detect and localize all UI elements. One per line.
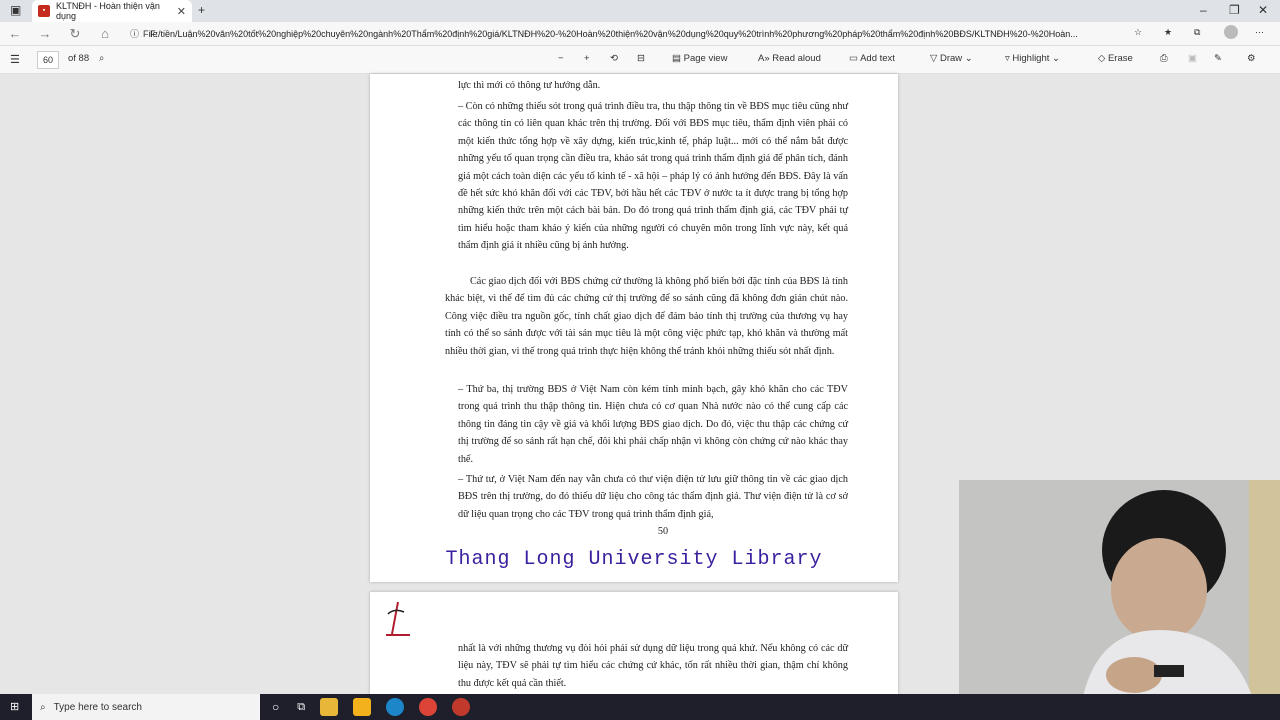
pdf-page: lực thì mới có thông tư hướng dẫn. – Còn… — [370, 74, 898, 582]
add-text-icon: ▭ — [849, 53, 861, 64]
add-text-button[interactable]: ▭ Add text — [849, 53, 895, 64]
draw-icon: ▽ — [930, 53, 940, 64]
paragraph: nhất là với những thương vụ đòi hỏi phải… — [458, 643, 848, 689]
windows-taskbar: ⊞ ⌕ Type here to search ○ ⧉ — [0, 694, 1280, 720]
save-as-icon[interactable]: ✎ — [1214, 53, 1222, 64]
print-icon[interactable]: ⎙ — [1160, 53, 1168, 64]
more-menu-icon[interactable]: ⋯ — [1255, 27, 1264, 38]
page-view-icon: ▤ — [672, 53, 684, 64]
search-placeholder: Type here to search — [53, 701, 142, 713]
browser-tab[interactable]: ▪ KLTNĐH - Hoàn thiện vận dụng ✕ — [32, 0, 192, 22]
library-watermark: Thang Long University Library — [445, 548, 823, 571]
page-number: 50 — [657, 526, 669, 537]
rotate-icon[interactable]: ⟲ — [610, 53, 618, 64]
page-total: of 88 — [68, 53, 90, 64]
highlight-label: Highlight — [1012, 53, 1050, 64]
contents-icon[interactable]: ☰ — [10, 53, 20, 66]
zoom-out-icon[interactable]: − — [558, 53, 564, 64]
cortana-icon[interactable]: ○ — [272, 700, 279, 714]
store-icon[interactable] — [353, 698, 372, 716]
back-icon[interactable]: ← — [0, 26, 30, 41]
pdf-page: nhất là với những thương vụ đòi hỏi phải… — [370, 592, 898, 702]
paragraph: Các giao dịch đối với BĐS chứng cứ thườn… — [445, 276, 848, 357]
university-logo-icon — [386, 601, 410, 636]
paragraph: – Thứ ba, thị trường BĐS ở Việt Nam còn … — [458, 384, 848, 465]
info-icon[interactable]: ⓘ — [130, 27, 139, 40]
home-icon[interactable]: ⌂ — [90, 26, 120, 41]
read-aloud-button[interactable]: A» Read aloud — [758, 53, 821, 64]
paragraph: lực thì mới có thông tư hướng dẫn. — [458, 80, 601, 91]
chrome-icon[interactable] — [419, 698, 438, 716]
page-view-label: Page view — [683, 53, 728, 64]
url-field[interactable]: F:/tiền/Luận%20văn%20tốt%20nghiệp%20chuy… — [150, 25, 1140, 43]
highlight-button[interactable]: ▿ Highlight ⌄ — [1005, 53, 1060, 64]
add-text-label: Add text — [860, 53, 895, 64]
fit-page-icon[interactable]: ⊟ — [637, 53, 645, 64]
browser-tab-bar: ▣ ▪ KLTNĐH - Hoàn thiện vận dụng ✕ + – ❐… — [0, 0, 1280, 22]
new-tab-icon[interactable]: + — [198, 3, 205, 17]
read-aloud-label: Read aloud — [772, 53, 821, 64]
favorite-icon[interactable]: ☆ — [1134, 27, 1142, 38]
paragraph: – Thứ tư, ở Việt Nam đến nay vẫn chưa có… — [458, 474, 848, 520]
pdf-toolbar: ☰ 60 of 88 ⌕ − + ⟲ ⊟ ▤ Page view A» Read… — [0, 46, 1280, 74]
erase-label: Erase — [1107, 53, 1133, 64]
settings-icon[interactable]: ⚙ — [1247, 53, 1256, 64]
draw-label: Draw — [939, 53, 963, 64]
erase-button[interactable]: ◇ Erase — [1098, 53, 1133, 64]
read-aloud-icon: A» — [758, 53, 773, 64]
refresh-icon[interactable]: ↻ — [60, 26, 90, 42]
favorites-icon[interactable]: ★ — [1164, 27, 1172, 38]
webcam-overlay — [959, 480, 1280, 720]
window-menu-icon[interactable]: ▣ — [10, 3, 21, 17]
erase-icon: ◇ — [1098, 53, 1108, 64]
person-webcam-image — [959, 480, 1280, 720]
window-close-icon[interactable]: ✕ — [1258, 3, 1268, 17]
task-view-icon[interactable]: ⧉ — [297, 701, 305, 714]
page-view-button[interactable]: ▤ Page view — [672, 53, 727, 64]
taskbar-search[interactable]: ⌕ Type here to search — [32, 694, 260, 720]
edge-browser-icon[interactable] — [386, 698, 405, 716]
forward-icon[interactable]: → — [30, 26, 60, 41]
find-icon[interactable]: ⌕ — [99, 53, 104, 64]
zoom-in-icon[interactable]: + — [584, 53, 590, 64]
windows-start-icon[interactable]: ⊞ — [10, 700, 19, 713]
address-bar-row: ← → ↻ ⌂ ⓘ File F:/tiền/Luận%20văn%20tốt%… — [0, 22, 1280, 46]
search-icon: ⌕ — [40, 701, 46, 713]
minimize-icon[interactable]: – — [1200, 3, 1207, 17]
paragraph: – Còn có những thiếu sót trong quá trình… — [458, 101, 848, 252]
draw-button[interactable]: ▽ Draw ⌄ — [930, 53, 973, 64]
recorder-icon[interactable] — [452, 698, 471, 716]
file-explorer-icon[interactable] — [320, 698, 339, 716]
page-number-input[interactable]: 60 — [37, 51, 59, 69]
save-icon[interactable]: ▣ — [1188, 53, 1197, 64]
pdf-file-icon: ▪ — [38, 5, 50, 17]
profile-avatar[interactable] — [1224, 25, 1238, 39]
restore-icon[interactable]: ❐ — [1229, 3, 1240, 17]
collections-icon[interactable]: ⧉ — [1194, 27, 1200, 38]
tab-title: KLTNĐH - Hoàn thiện vận dụng — [56, 1, 160, 21]
close-tab-icon[interactable]: ✕ — [177, 5, 186, 18]
